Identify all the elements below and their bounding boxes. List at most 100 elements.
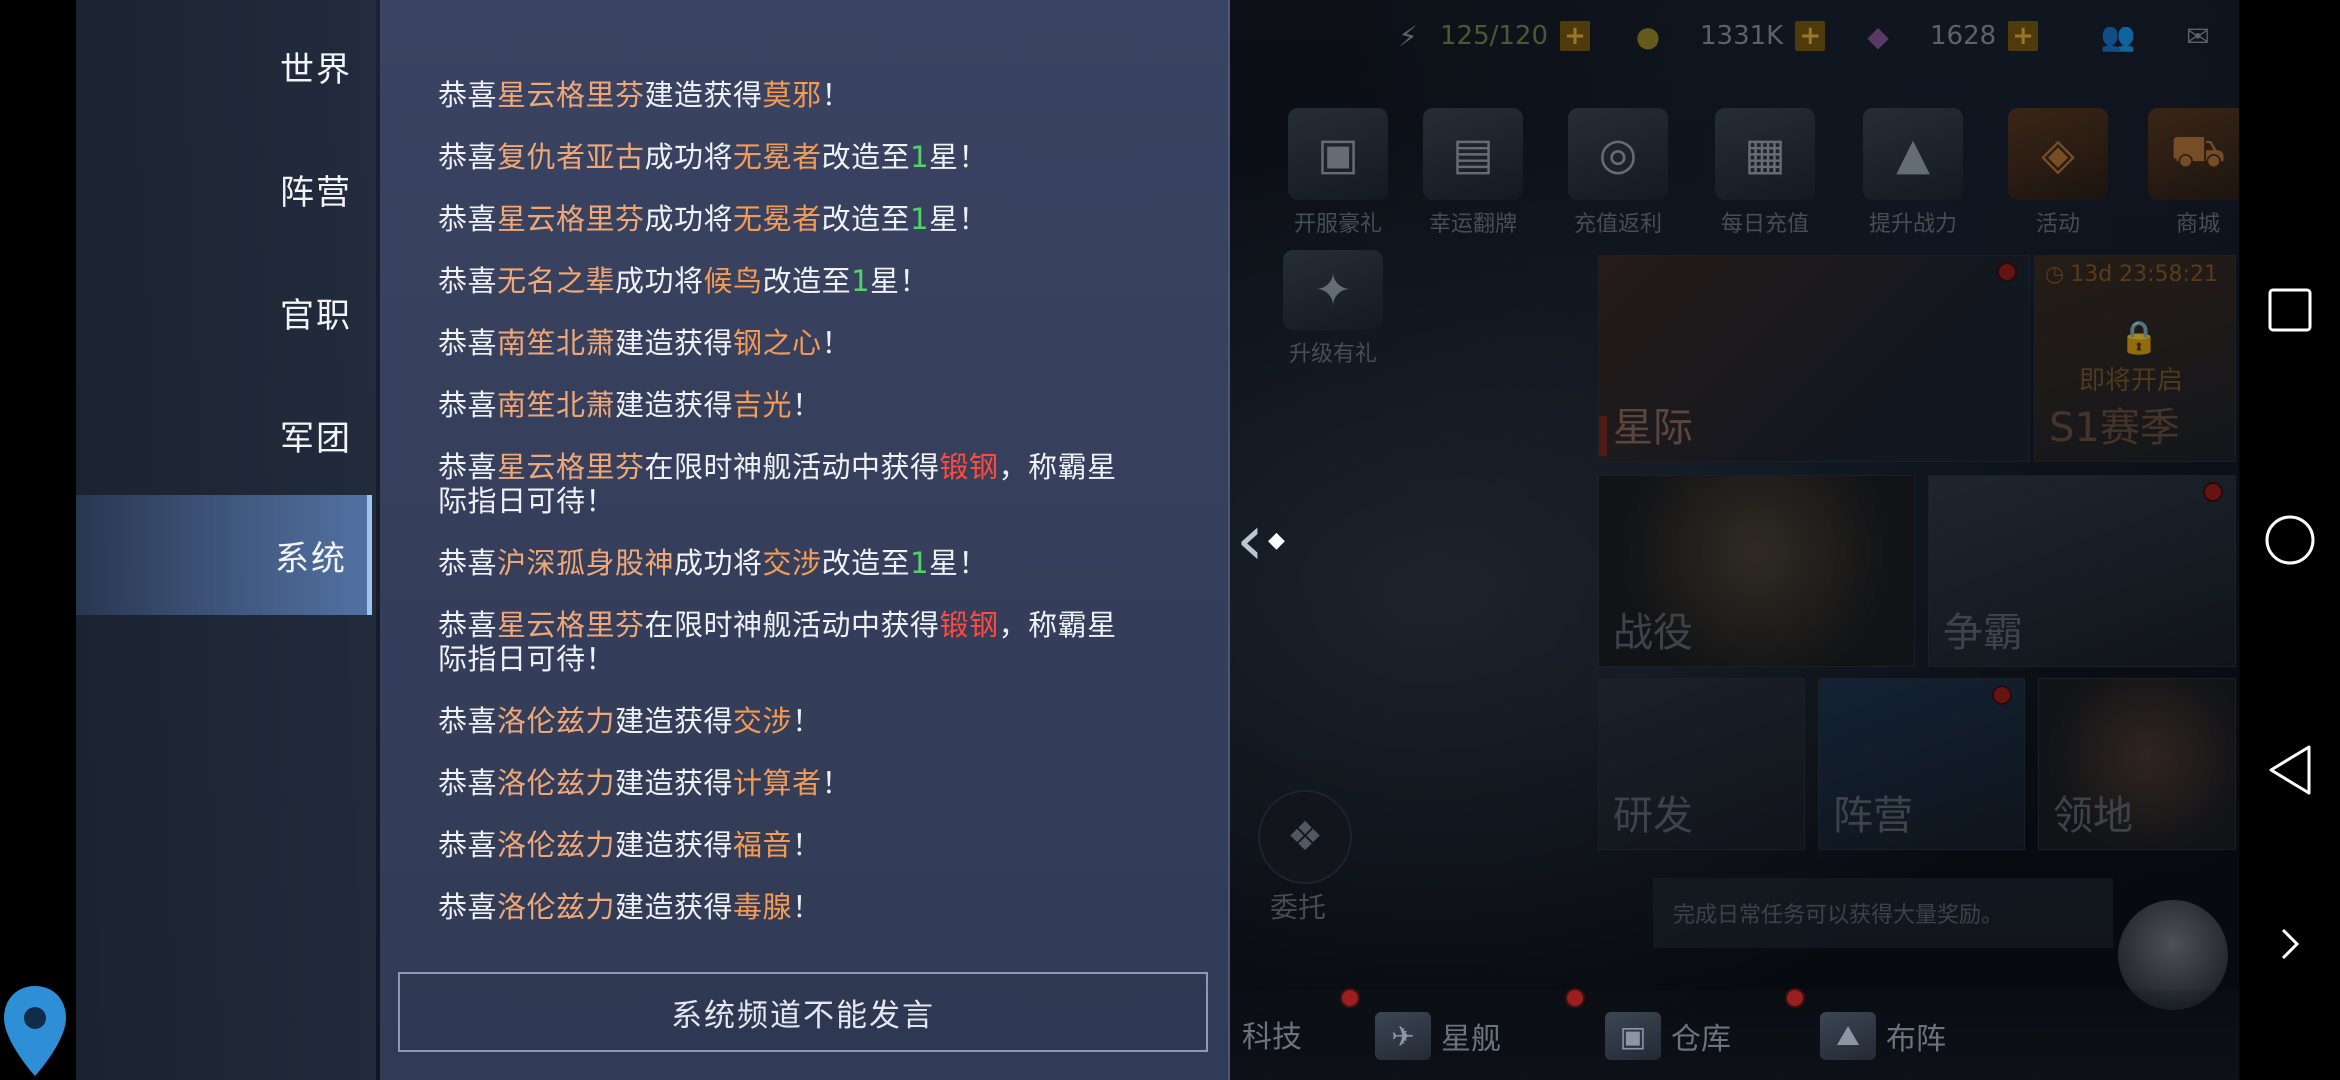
- feature-label: 提升战力: [1868, 212, 1957, 237]
- square-icon: [2268, 288, 2312, 332]
- feature-label: 商城: [2175, 212, 2220, 237]
- system-message: 恭喜南笙北萧建造获得吉光！: [438, 388, 1138, 422]
- tile-contest[interactable]: 争霸: [1928, 475, 2236, 667]
- star-count: 1: [851, 264, 871, 298]
- tab-world-label: 世界: [280, 49, 352, 90]
- mail-icon: ✉: [2186, 19, 2210, 53]
- player-name[interactable]: 洛伦兹力: [497, 766, 615, 800]
- message-text: 星！: [929, 140, 989, 174]
- crystal-icon: ◆: [1867, 19, 1889, 53]
- message-text: 恭喜: [438, 766, 498, 800]
- left-edge: [0, 0, 76, 1080]
- feature-lucky-flip[interactable]: ▤ 幸运翻牌: [1408, 108, 1538, 238]
- circle-icon: [2265, 515, 2315, 565]
- player-name[interactable]: 无名之辈: [497, 264, 615, 298]
- message-list[interactable]: 恭喜星云格里芬建造获得莫邪！ 恭喜复仇者亚古成功将无冕者改造至1星！ 恭喜星云格里芬…: [438, 78, 1138, 952]
- message-text: 建造获得: [615, 388, 734, 422]
- player-name[interactable]: 星云格里芬: [497, 450, 645, 484]
- message-text: 恭喜: [438, 388, 498, 422]
- bottom-formation[interactable]: ⛰ 布阵: [1820, 1012, 1946, 1060]
- clock-icon: ◷: [2045, 262, 2065, 287]
- feature-upgrade-gift[interactable]: ✦ 升级有礼: [1268, 250, 1398, 368]
- cards-icon: ▤: [1423, 108, 1523, 200]
- rare-ship-name: 锻钢: [939, 608, 999, 642]
- message-text: 在限时神舰活动中获得: [644, 608, 940, 642]
- player-name[interactable]: 南笙北萧: [497, 326, 615, 360]
- chat-input-disabled: 系统频道不能发言: [398, 972, 1208, 1052]
- feature-label: 开服豪礼: [1293, 212, 1382, 237]
- tile-faction[interactable]: 阵营: [1818, 678, 2025, 850]
- add-crystal-button[interactable]: +: [2008, 21, 2039, 51]
- tab-system[interactable]: 系统: [76, 495, 372, 615]
- notification-dot: [1565, 988, 1585, 1008]
- player-name[interactable]: 星云格里芬: [497, 202, 645, 236]
- tile-campaign[interactable]: 战役: [1598, 475, 1915, 667]
- player-name[interactable]: 星云格里芬: [497, 78, 645, 112]
- recents-button[interactable]: [2260, 280, 2320, 340]
- message-text: 成功将: [644, 202, 734, 236]
- player-name[interactable]: 复仇者亚古: [497, 140, 645, 174]
- message-text: ！: [792, 828, 822, 862]
- tile-research[interactable]: 研发: [1598, 678, 1805, 850]
- input-placeholder: 系统频道不能发言: [671, 997, 935, 1034]
- player-name[interactable]: 洛伦兹力: [497, 890, 615, 924]
- tile-territory[interactable]: 领地: [2038, 678, 2236, 850]
- message-text: 恭喜: [438, 450, 498, 484]
- chat-panel: 恭喜星云格里芬建造获得莫邪！ 恭喜复仇者亚古成功将无冕者改造至1星！ 恭喜星云格里芬…: [380, 0, 1230, 1080]
- bottom-formation-label: 布阵: [1886, 1022, 1946, 1057]
- message-text: 星！: [929, 546, 989, 580]
- tab-officials-label: 官职: [280, 295, 352, 336]
- add-gold-button[interactable]: +: [1795, 21, 1826, 51]
- daily-task-tip: 完成日常任务可以获得大量奖励。: [1653, 878, 2113, 948]
- tile-season[interactable]: ◷ 13d 23:58:21 🔒 即将开启 S1赛季: [2034, 255, 2236, 462]
- add-energy-button[interactable]: +: [1560, 21, 1591, 51]
- location-pin-icon[interactable]: [0, 982, 70, 1080]
- player-name[interactable]: 星云格里芬: [497, 608, 645, 642]
- feature-shop[interactable]: ⛟ 商城: [2133, 108, 2239, 238]
- feature-daily-recharge[interactable]: ▦ 每日充值: [1700, 108, 1830, 238]
- tile-research-label: 研发: [1613, 793, 1693, 839]
- diamond-icon: ◆: [1268, 527, 1285, 553]
- bottom-ships-label: 星舰: [1441, 1022, 1501, 1057]
- system-message: 恭喜星云格里芬成功将无冕者改造至1星！: [438, 202, 1138, 236]
- star-count: 1: [910, 140, 930, 174]
- friends-button[interactable]: 👥: [2098, 12, 2138, 60]
- tab-faction[interactable]: 阵营: [76, 129, 372, 249]
- tab-officials[interactable]: 官职: [76, 252, 372, 372]
- game-screen: ⚡ 125/120 + ● 1331K + ◆ 1628 + 👥 ✉ ▣ 开服豪…: [0, 0, 2340, 1080]
- message-text: 星！: [870, 264, 930, 298]
- message-text: 恭喜: [438, 704, 498, 738]
- system-message: 恭喜洛伦兹力建造获得福音！: [438, 828, 1138, 862]
- feature-recharge-rebate[interactable]: ◎ 充值返利: [1553, 108, 1683, 238]
- player-name[interactable]: 南笙北萧: [497, 388, 615, 422]
- player-name[interactable]: 洛伦兹力: [497, 828, 615, 862]
- tab-legion[interactable]: 军团: [76, 375, 372, 495]
- mail-button[interactable]: ✉: [2178, 12, 2218, 60]
- feature-events[interactable]: ◈ 活动: [1993, 108, 2123, 238]
- formation-icon: ⛰: [1820, 1012, 1876, 1060]
- tile-interstellar[interactable]: 星际: [1598, 255, 2030, 462]
- commission-icon[interactable]: ❖: [1258, 790, 1352, 884]
- collapse-chat-button[interactable]: ‹ ◆: [1236, 490, 1296, 590]
- message-text: 恭喜: [438, 828, 498, 862]
- home-button[interactable]: [2260, 510, 2320, 570]
- tab-world[interactable]: 世界: [76, 6, 372, 126]
- expand-nav-button[interactable]: [2260, 914, 2320, 974]
- season-timer: 13d 23:58:21: [2070, 262, 2218, 287]
- bottom-warehouse[interactable]: ▣ 仓库: [1605, 1012, 1731, 1060]
- bottom-ships[interactable]: ✈ 星舰: [1375, 1012, 1501, 1060]
- player-name[interactable]: 沪深孤身股神: [497, 546, 674, 580]
- ship-name: 计算者: [733, 766, 822, 800]
- tab-faction-label: 阵营: [280, 172, 352, 213]
- message-text: 建造获得: [615, 766, 734, 800]
- feature-opening-gift[interactable]: ▣ 开服豪礼: [1273, 108, 1403, 238]
- gold-value: 1331K: [1700, 21, 1784, 51]
- tile-campaign-label: 战役: [1613, 610, 1693, 656]
- feature-power-up[interactable]: ▲ 提升战力: [1848, 108, 1978, 238]
- player-name[interactable]: 洛伦兹力: [497, 704, 615, 738]
- bottom-tech[interactable]: 科技: [1242, 1012, 1302, 1056]
- back-button[interactable]: [2260, 740, 2320, 800]
- notification-dot: [1992, 685, 2012, 705]
- system-message: 恭喜星云格里芬在限时神舰活动中获得锻钢，称霸星际指日可待！: [438, 450, 1138, 518]
- ship-name: 莫邪: [762, 78, 822, 112]
